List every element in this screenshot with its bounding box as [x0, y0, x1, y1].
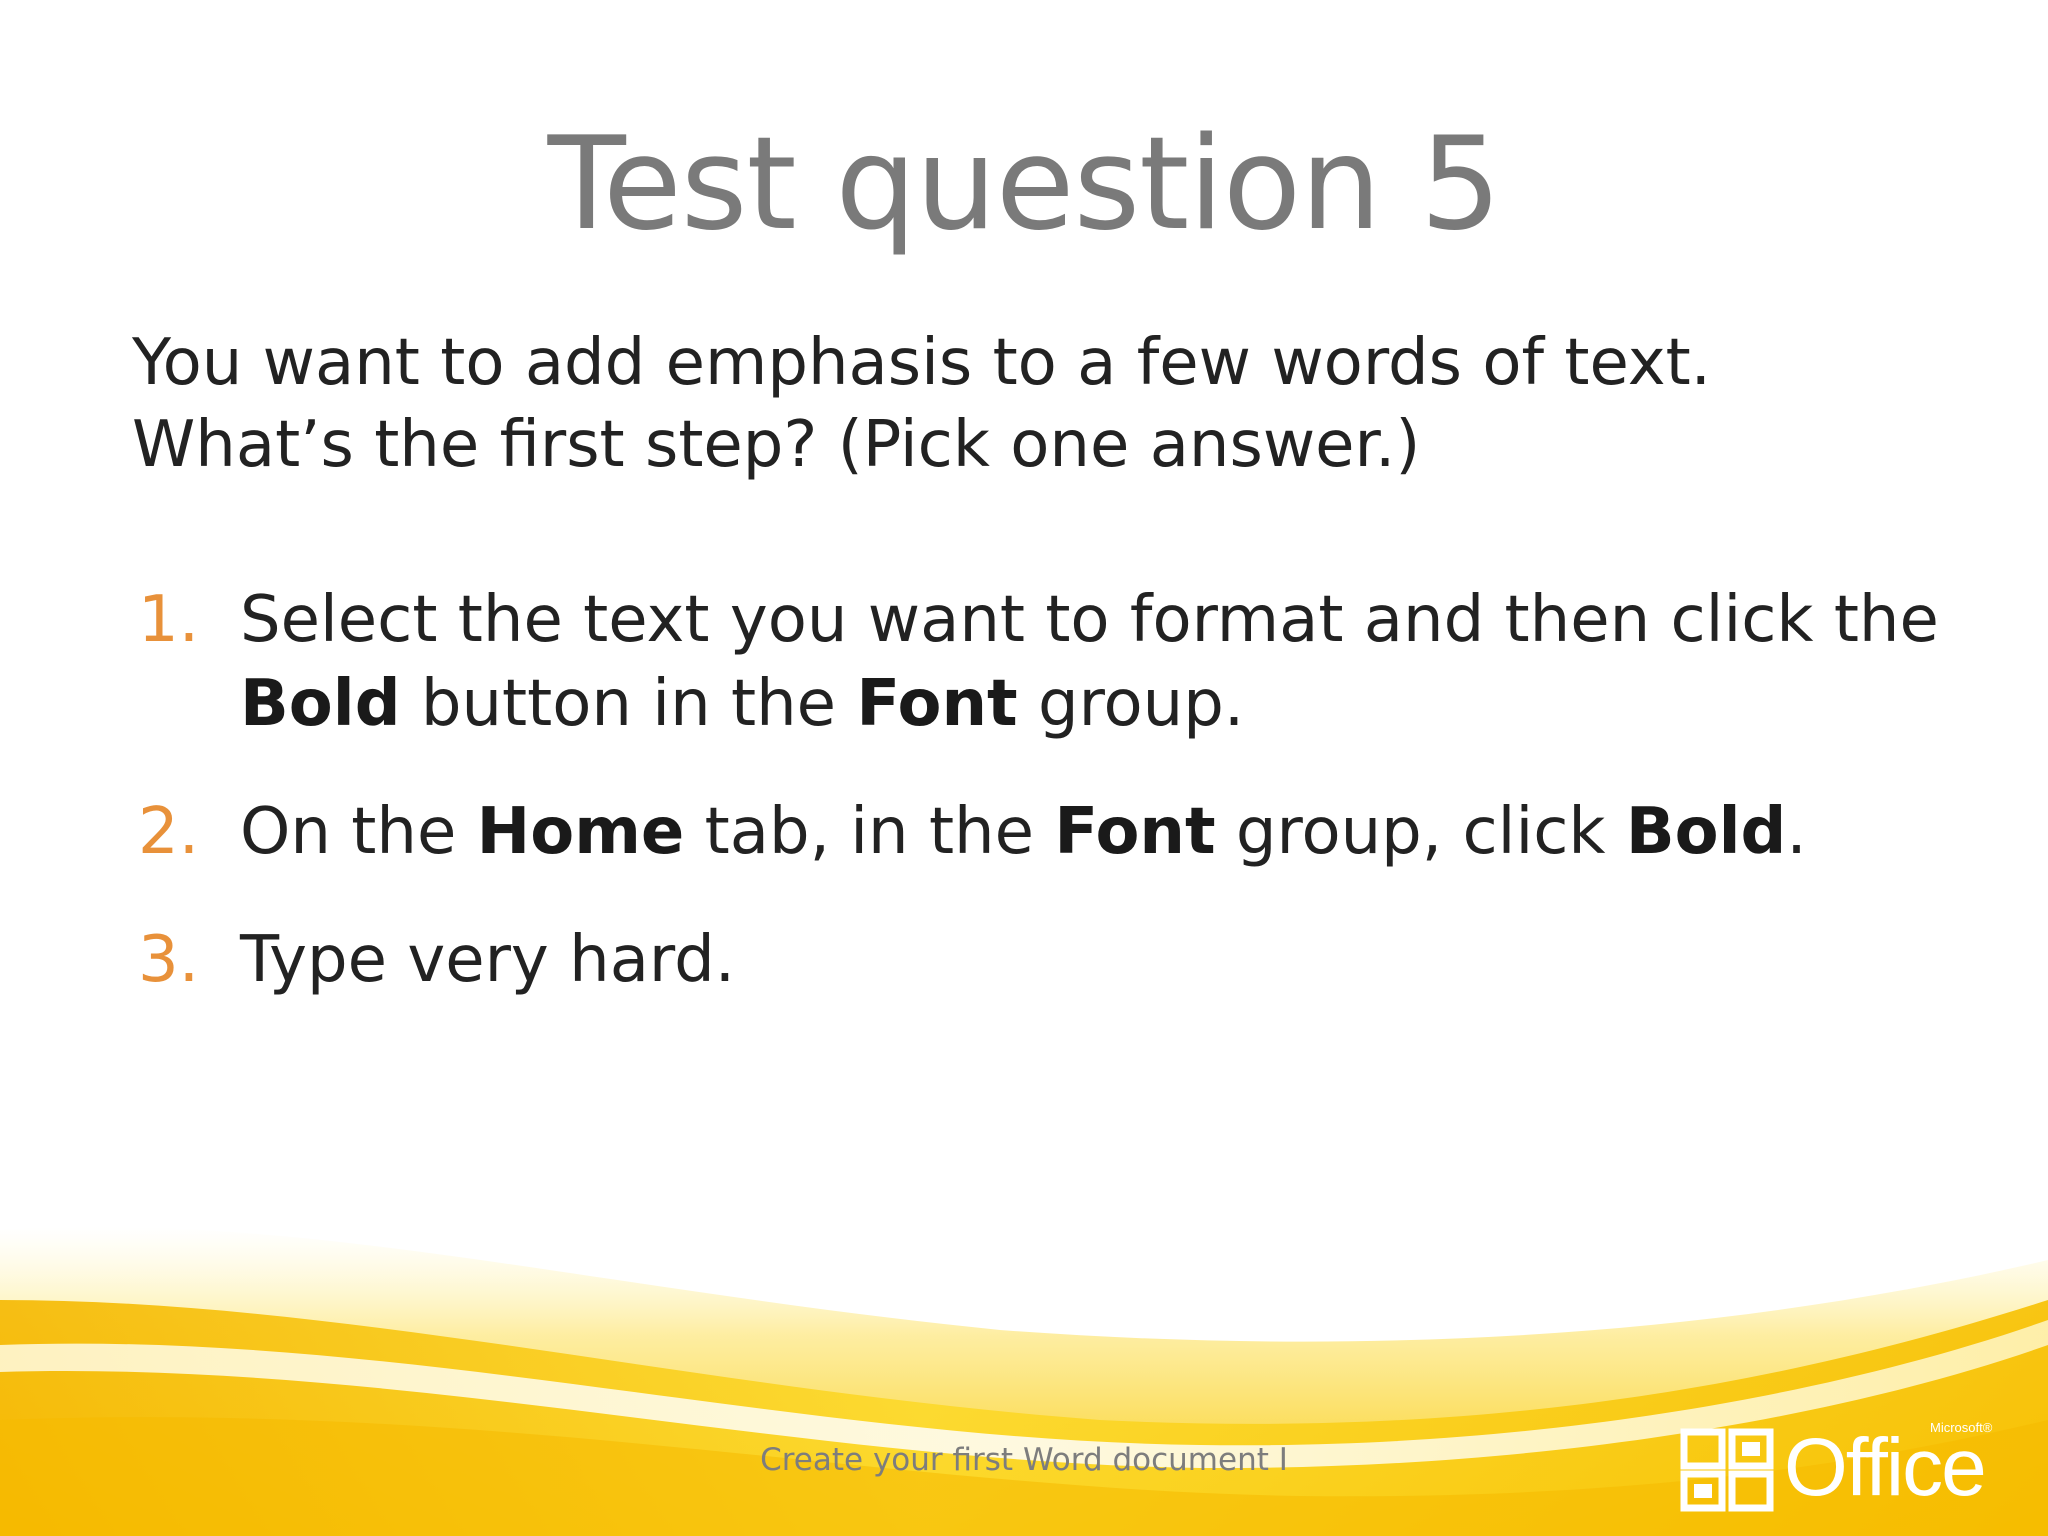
answer-text: group.: [1017, 667, 1245, 741]
answer-bold-text: Home: [476, 795, 685, 869]
answer-number: 3.: [138, 923, 200, 997]
office-logo-superscript: Microsoft®: [1930, 1420, 1993, 1435]
answer-bold-text: Font: [1054, 795, 1216, 869]
answer-number: 1.: [138, 583, 200, 657]
slide: Test question 5 You want to add emphasis…: [0, 0, 2048, 1536]
answer-option-2[interactable]: 2. On the Home tab, in the Font group, c…: [132, 790, 1932, 874]
answer-bold-text: Font: [856, 667, 1018, 741]
answer-text: .: [1786, 795, 1807, 869]
answer-option-3[interactable]: 3. Type very hard.: [132, 918, 1932, 1002]
question-text: You want to add emphasis to a few words …: [132, 322, 1892, 486]
answer-text: tab, in the: [684, 795, 1055, 869]
answer-line: On the Home tab, in the Font group, clic…: [240, 790, 1932, 874]
answer-bold-text: Bold: [1625, 795, 1787, 869]
answer-bold-text: Bold: [240, 667, 401, 741]
answer-text: group, click: [1215, 795, 1626, 869]
question-line: You want to add emphasis to a few words …: [132, 326, 1711, 400]
answer-number: 2.: [138, 795, 200, 869]
office-logo-icon: [1680, 1428, 1774, 1512]
page-title: Test question 5: [547, 110, 1502, 259]
office-logo: Office Microsoft®: [1680, 1420, 2020, 1520]
answer-option-1[interactable]: 1. Select the text you want to format an…: [132, 578, 1939, 746]
answer-line: Type very hard.: [240, 923, 736, 997]
answer-text: On the: [240, 795, 477, 869]
answer-line: Bold button in the Font group.: [240, 662, 1932, 746]
answer-line: Select the text you want to format and t…: [240, 583, 1939, 657]
answer-list: 1. Select the text you want to format an…: [132, 578, 1939, 1046]
question-line: What’s the first step? (Pick one answer.…: [132, 408, 1421, 482]
answer-text: button in the: [400, 667, 857, 741]
